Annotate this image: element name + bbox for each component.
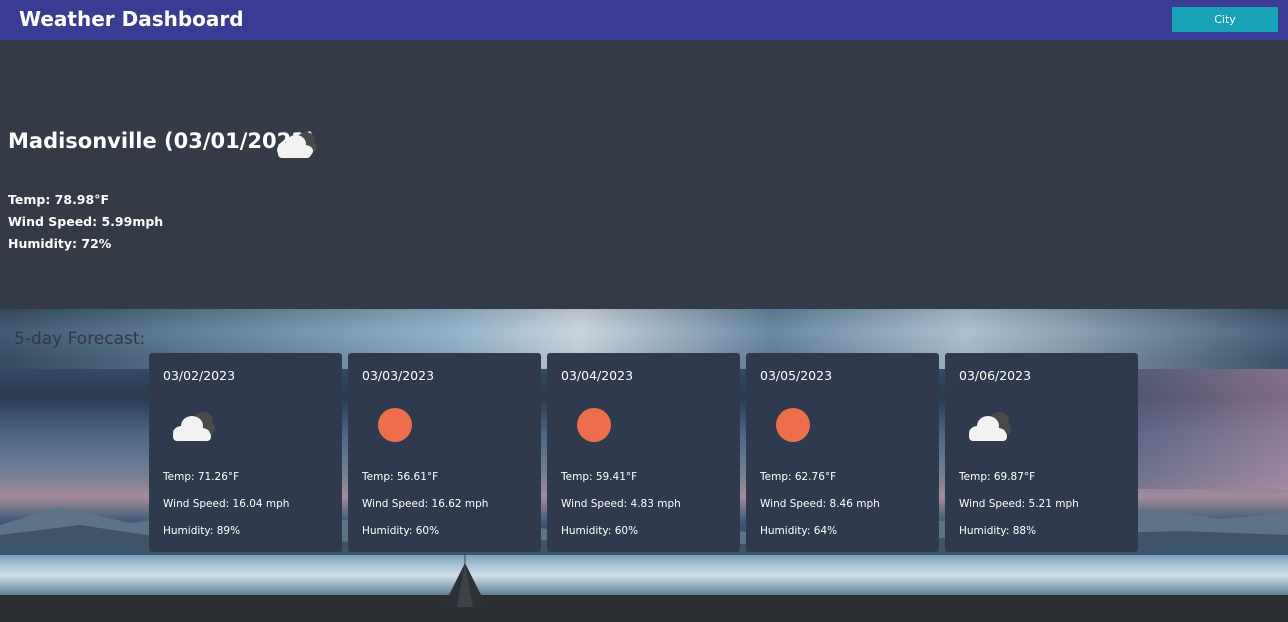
forecast-humidity: Humidity: 64% <box>760 525 838 537</box>
forecast-wind: Wind Speed: 4.83 mph <box>561 498 681 510</box>
forecast-date: 03/06/2023 <box>959 368 1032 383</box>
forecast-date: 03/03/2023 <box>362 368 435 383</box>
forecast-card: 03/04/2023 Temp: 59.41°F Wind Speed: 4.8… <box>547 353 740 552</box>
forecast-humidity: Humidity: 88% <box>959 525 1037 537</box>
forecast-wind: Wind Speed: 16.62 mph <box>362 498 489 510</box>
current-city-title: Madisonville (03/01/2023) <box>8 129 316 153</box>
current-wind: Wind Speed: 5.99mph <box>8 214 164 229</box>
forecast-wind: Wind Speed: 8.46 mph <box>760 498 880 510</box>
forecast-card: 03/06/2023 Temp: 69.87°F Wind Speed: 5.2… <box>945 353 1138 552</box>
cloudy-icon <box>277 132 317 158</box>
forecast-date: 03/02/2023 <box>163 368 236 383</box>
navbar: Weather Dashboard City <box>0 0 1288 40</box>
forecast-date: 03/04/2023 <box>561 368 634 383</box>
city-button[interactable]: City <box>1172 7 1278 32</box>
forecast-humidity: Humidity: 60% <box>561 525 639 537</box>
forecast-date: 03/05/2023 <box>760 368 833 383</box>
forecast-card: 03/02/2023 Temp: 71.26°F Wind Speed: 16.… <box>149 353 342 552</box>
forecast-humidity: Humidity: 60% <box>362 525 440 537</box>
sun-icon <box>577 408 611 442</box>
forecast-temp: Temp: 62.76°F <box>760 471 837 483</box>
current-temp: Temp: 78.98°F <box>8 192 109 207</box>
app-title: Weather Dashboard <box>19 7 244 31</box>
cloudy-icon <box>969 412 1011 441</box>
forecast-heading: 5-day Forecast: <box>14 329 146 349</box>
forecast-wind: Wind Speed: 16.04 mph <box>163 498 290 510</box>
tent-shape <box>443 549 487 607</box>
cloudy-icon <box>173 412 215 441</box>
lake <box>0 555 1288 595</box>
forecast-temp: Temp: 56.61°F <box>362 471 439 483</box>
current-weather-panel: Madisonville (03/01/2023) Temp: 78.98°F … <box>0 40 1288 309</box>
sun-icon <box>776 408 810 442</box>
shore <box>0 595 1288 622</box>
forecast-card: 03/03/2023 Temp: 56.61°F Wind Speed: 16.… <box>348 353 541 552</box>
current-humidity: Humidity: 72% <box>8 236 112 251</box>
sky-glow <box>1136 369 1288 489</box>
forecast-temp: Temp: 59.41°F <box>561 471 638 483</box>
forecast-temp: Temp: 69.87°F <box>959 471 1036 483</box>
sun-icon <box>378 408 412 442</box>
forecast-wind: Wind Speed: 5.21 mph <box>959 498 1079 510</box>
forecast-humidity: Humidity: 89% <box>163 525 241 537</box>
forecast-card: 03/05/2023 Temp: 62.76°F Wind Speed: 8.4… <box>746 353 939 552</box>
forecast-temp: Temp: 71.26°F <box>163 471 240 483</box>
